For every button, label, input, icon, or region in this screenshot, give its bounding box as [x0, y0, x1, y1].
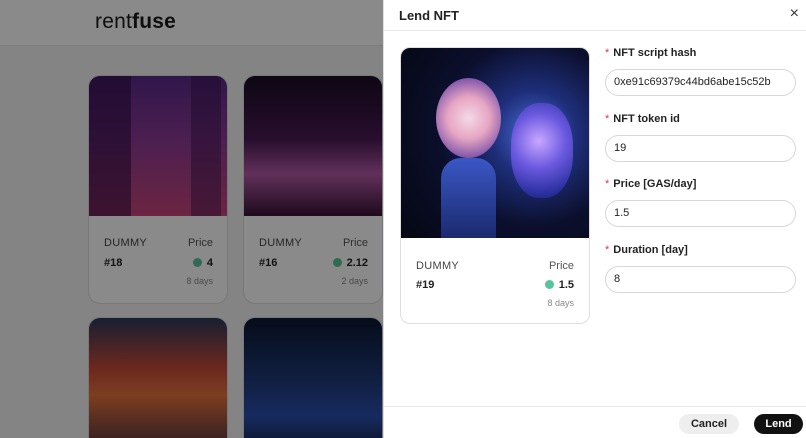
lend-button[interactable]: Lend [754, 414, 803, 434]
duration-input[interactable]: 8 [605, 266, 796, 293]
script-hash-input[interactable]: 0xe91c69379c44bd6abe15c52b [605, 69, 796, 96]
nft-preview-card: DUMMY #19 Price 1.5 8 days [400, 47, 590, 324]
price-label: * Price [GAS/day] [605, 178, 797, 194]
nft-preview-image-face-shape [511, 103, 573, 198]
required-mark: * [605, 113, 610, 125]
token-id-field: * NFT token id 19 [605, 113, 797, 162]
price-input[interactable]: 1.5 [605, 200, 796, 227]
nft-preview-image-flower-shape [436, 78, 501, 158]
price-label-text: Price [GAS/day] [613, 178, 697, 190]
gas-token-icon [544, 280, 554, 289]
cancel-button[interactable]: Cancel [679, 414, 739, 434]
duration-label: * Duration [day] [605, 244, 797, 260]
duration-label-text: Duration [day] [613, 244, 688, 256]
duration-field: * Duration [day] 8 [605, 244, 797, 293]
token-id-label: * NFT token id [605, 113, 797, 129]
collection-name: DUMMY [416, 260, 460, 272]
close-icon[interactable]: × [790, 5, 799, 23]
required-mark: * [605, 47, 610, 59]
script-hash-label-text: NFT script hash [613, 47, 697, 59]
drawer-title: Lend NFT [399, 8, 459, 23]
nft-preview-image [401, 48, 589, 238]
lend-nft-drawer: Lend NFT × DUMMY #19 Price 1.5 8 days * N… [383, 0, 806, 438]
token-id: #19 [416, 279, 435, 291]
token-id-label-text: NFT token id [613, 113, 680, 125]
token-id-input[interactable]: 19 [605, 135, 796, 162]
script-hash-label: * NFT script hash [605, 47, 797, 63]
price-amount: 1.5 [558, 279, 574, 291]
price-field: * Price [GAS/day] 1.5 [605, 178, 797, 227]
drawer-footer: Cancel Lend [384, 406, 806, 438]
drawer-header: Lend NFT × [384, 0, 806, 31]
duration: 8 days [547, 298, 574, 308]
required-mark: * [605, 244, 610, 256]
nft-preview-image-body-shape [441, 158, 496, 238]
required-mark: * [605, 178, 610, 190]
price-label: Price [548, 260, 574, 272]
price-value: 1.5 [544, 279, 574, 291]
script-hash-field: * NFT script hash 0xe91c69379c44bd6abe15c… [605, 47, 797, 96]
